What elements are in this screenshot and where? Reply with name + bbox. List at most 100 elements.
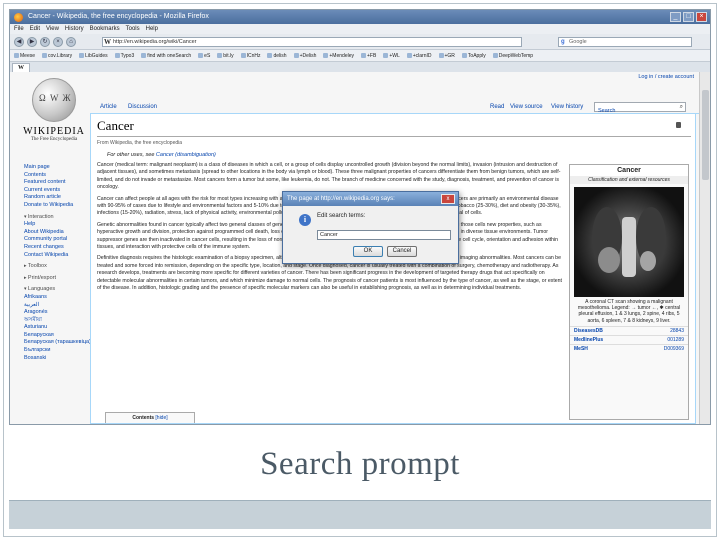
- language-link[interactable]: অসমীয়া: [24, 317, 90, 325]
- sidebar-item[interactable]: Current events: [24, 187, 90, 195]
- bookmark-item[interactable]: +clarnID: [407, 50, 432, 61]
- sidebar-item[interactable]: Random article: [24, 194, 90, 202]
- minimize-button[interactable]: _: [670, 12, 681, 22]
- scrollbar-thumb[interactable]: [702, 90, 709, 180]
- login-link[interactable]: Log in / create account: [638, 74, 694, 80]
- infobox: Cancer Classification and external resou…: [569, 164, 689, 420]
- bookmark-item[interactable]: find with oneSearch: [141, 50, 191, 61]
- article-content: Cancer From Wikipedia, the free encyclop…: [90, 114, 696, 424]
- language-link[interactable]: Afrikaans: [24, 294, 90, 302]
- bookmark-item[interactable]: bit.ly: [217, 50, 233, 61]
- sidebar-item[interactable]: About Wikipedia: [24, 229, 90, 237]
- bookmark-item[interactable]: cov.Library: [42, 50, 72, 61]
- sidebar-item[interactable]: Main page: [24, 164, 90, 172]
- menu-item-edit[interactable]: Edit: [30, 24, 40, 34]
- bookmark-item[interactable]: DeepWebTemp: [493, 50, 533, 61]
- article-paragraph: Cancer (medical term: malignant neoplasm…: [97, 162, 561, 191]
- tab-read[interactable]: Read: [490, 104, 504, 110]
- sidebar-item[interactable]: Recent changes: [24, 244, 90, 252]
- search-terms-input[interactable]: Cancer: [317, 230, 451, 240]
- infobox-value[interactable]: 28843: [670, 328, 684, 334]
- infobox-key[interactable]: MeSH: [574, 346, 588, 352]
- toc-hide-link[interactable]: [hide]: [155, 415, 167, 421]
- bookmark-item[interactable]: ICnHz: [241, 50, 261, 61]
- menu-item-file[interactable]: File: [14, 24, 24, 34]
- tab-discussion[interactable]: Discussion: [128, 104, 157, 110]
- menu-item-bookmarks[interactable]: Bookmarks: [90, 24, 120, 34]
- tab-view-source[interactable]: View source: [510, 104, 543, 110]
- infobox-value[interactable]: 001289: [667, 337, 684, 343]
- sidebar-item[interactable]: Community portal: [24, 236, 90, 244]
- table-of-contents: Contents [hide] 1 Classification2 Signs …: [105, 412, 195, 424]
- search-engine-label: Google: [569, 39, 587, 45]
- bookmark-item[interactable]: delish: [267, 50, 286, 61]
- window-title: Cancer - Wikipedia, the free encyclopedi…: [28, 13, 209, 20]
- home-icon[interactable]: ⌂: [66, 37, 76, 47]
- wikipedia-logo[interactable]: WIKIPEDIA The Free Encyclopedia: [16, 78, 92, 158]
- toc-header: Contents [hide]: [110, 415, 190, 422]
- sidebar-section-interaction[interactable]: Interaction: [24, 214, 90, 222]
- sidebar-item[interactable]: Help: [24, 221, 90, 229]
- ct-scan-image[interactable]: [574, 187, 684, 297]
- page-title: Cancer: [97, 118, 134, 133]
- tab-view-history[interactable]: View history: [551, 104, 583, 110]
- menu-item-view[interactable]: View: [46, 24, 59, 34]
- bookmark-item[interactable]: eS: [198, 50, 210, 61]
- puzzle-globe-icon: [32, 78, 76, 122]
- dialog-title: The page at http://en.wikipedia.org says…: [283, 192, 458, 206]
- sidebar-item[interactable]: Featured content: [24, 179, 90, 187]
- browser-search-box[interactable]: g Google: [558, 37, 692, 47]
- menu-item-help[interactable]: Help: [146, 24, 158, 34]
- bookmark-item[interactable]: LibGuides: [79, 50, 108, 61]
- tab-wikipedia[interactable]: W: [12, 63, 30, 72]
- sidebar-item[interactable]: Donate to Wikipedia: [24, 202, 90, 210]
- sidebar-item[interactable]: Contact Wikipedia: [24, 252, 90, 260]
- search-icon[interactable]: ⌕: [680, 103, 683, 111]
- browser-window: Cancer - Wikipedia, the free encyclopedi…: [9, 9, 711, 425]
- language-link[interactable]: Български: [24, 347, 90, 355]
- bookmark-item[interactable]: ToApply: [462, 50, 486, 61]
- language-link[interactable]: Беларуская: [24, 332, 90, 340]
- sidebar-section-toolbox[interactable]: Toolbox: [24, 263, 90, 271]
- bookmark-item[interactable]: +Mendeley: [323, 50, 354, 61]
- menu-item-history[interactable]: History: [65, 24, 84, 34]
- bookmark-item[interactable]: +WL: [383, 50, 399, 61]
- back-icon[interactable]: ◀: [14, 37, 24, 47]
- infobox-key[interactable]: MedlinePlus: [574, 337, 603, 343]
- bookmark-item[interactable]: +FB: [361, 50, 376, 61]
- forward-icon[interactable]: ▶: [27, 37, 37, 47]
- wiki-search-input[interactable]: Search ⌕: [594, 102, 686, 114]
- language-link[interactable]: Asturianu: [24, 324, 90, 332]
- ok-button[interactable]: OK: [353, 246, 383, 257]
- dialog-close-button[interactable]: x: [441, 194, 455, 204]
- cancel-button[interactable]: Cancel: [387, 246, 417, 257]
- bookmark-item[interactable]: Meese: [14, 50, 35, 61]
- infobox-value[interactable]: D009369: [664, 346, 684, 352]
- sidebar-section-languages[interactable]: Languages: [24, 286, 90, 294]
- infobox-title: Cancer: [570, 165, 688, 176]
- language-link[interactable]: العربية: [24, 302, 90, 310]
- logo-tagline: The Free Encyclopedia: [30, 137, 78, 142]
- address-bar[interactable]: W http://en.wikipedia.org/wiki/Cancer: [102, 37, 522, 47]
- page-scrollbar[interactable]: [699, 72, 710, 424]
- reload-icon[interactable]: ↻: [40, 37, 50, 47]
- menu-item-tools[interactable]: Tools: [126, 24, 140, 34]
- toc-item[interactable]: 1 Classification: [110, 423, 190, 424]
- language-link[interactable]: Aragonés: [24, 309, 90, 317]
- site-sub: From Wikipedia, the free encyclopedia: [97, 140, 183, 146]
- tab-article[interactable]: Article: [100, 104, 117, 110]
- hatnote-link[interactable]: Cancer (disambiguation): [156, 152, 216, 158]
- infobox-key[interactable]: DiseasesDB: [574, 328, 603, 334]
- bookmark-item[interactable]: Typo3: [115, 50, 135, 61]
- bookmark-item[interactable]: +GR: [439, 50, 455, 61]
- sidebar-item[interactable]: Contents: [24, 172, 90, 180]
- maximize-button[interactable]: □: [683, 12, 694, 22]
- close-window-button[interactable]: ×: [696, 12, 707, 22]
- info-icon: i: [299, 214, 311, 226]
- bookmark-item[interactable]: +Delish: [294, 50, 317, 61]
- language-link[interactable]: Беларуская (тарашкевіца): [24, 339, 91, 347]
- sidebar-section-print[interactable]: Print/export: [24, 275, 90, 283]
- stop-icon[interactable]: ×: [53, 37, 63, 47]
- language-link[interactable]: Bosanski: [24, 355, 90, 363]
- menu-bar: File Edit View History Bookmarks Tools Help: [10, 24, 710, 34]
